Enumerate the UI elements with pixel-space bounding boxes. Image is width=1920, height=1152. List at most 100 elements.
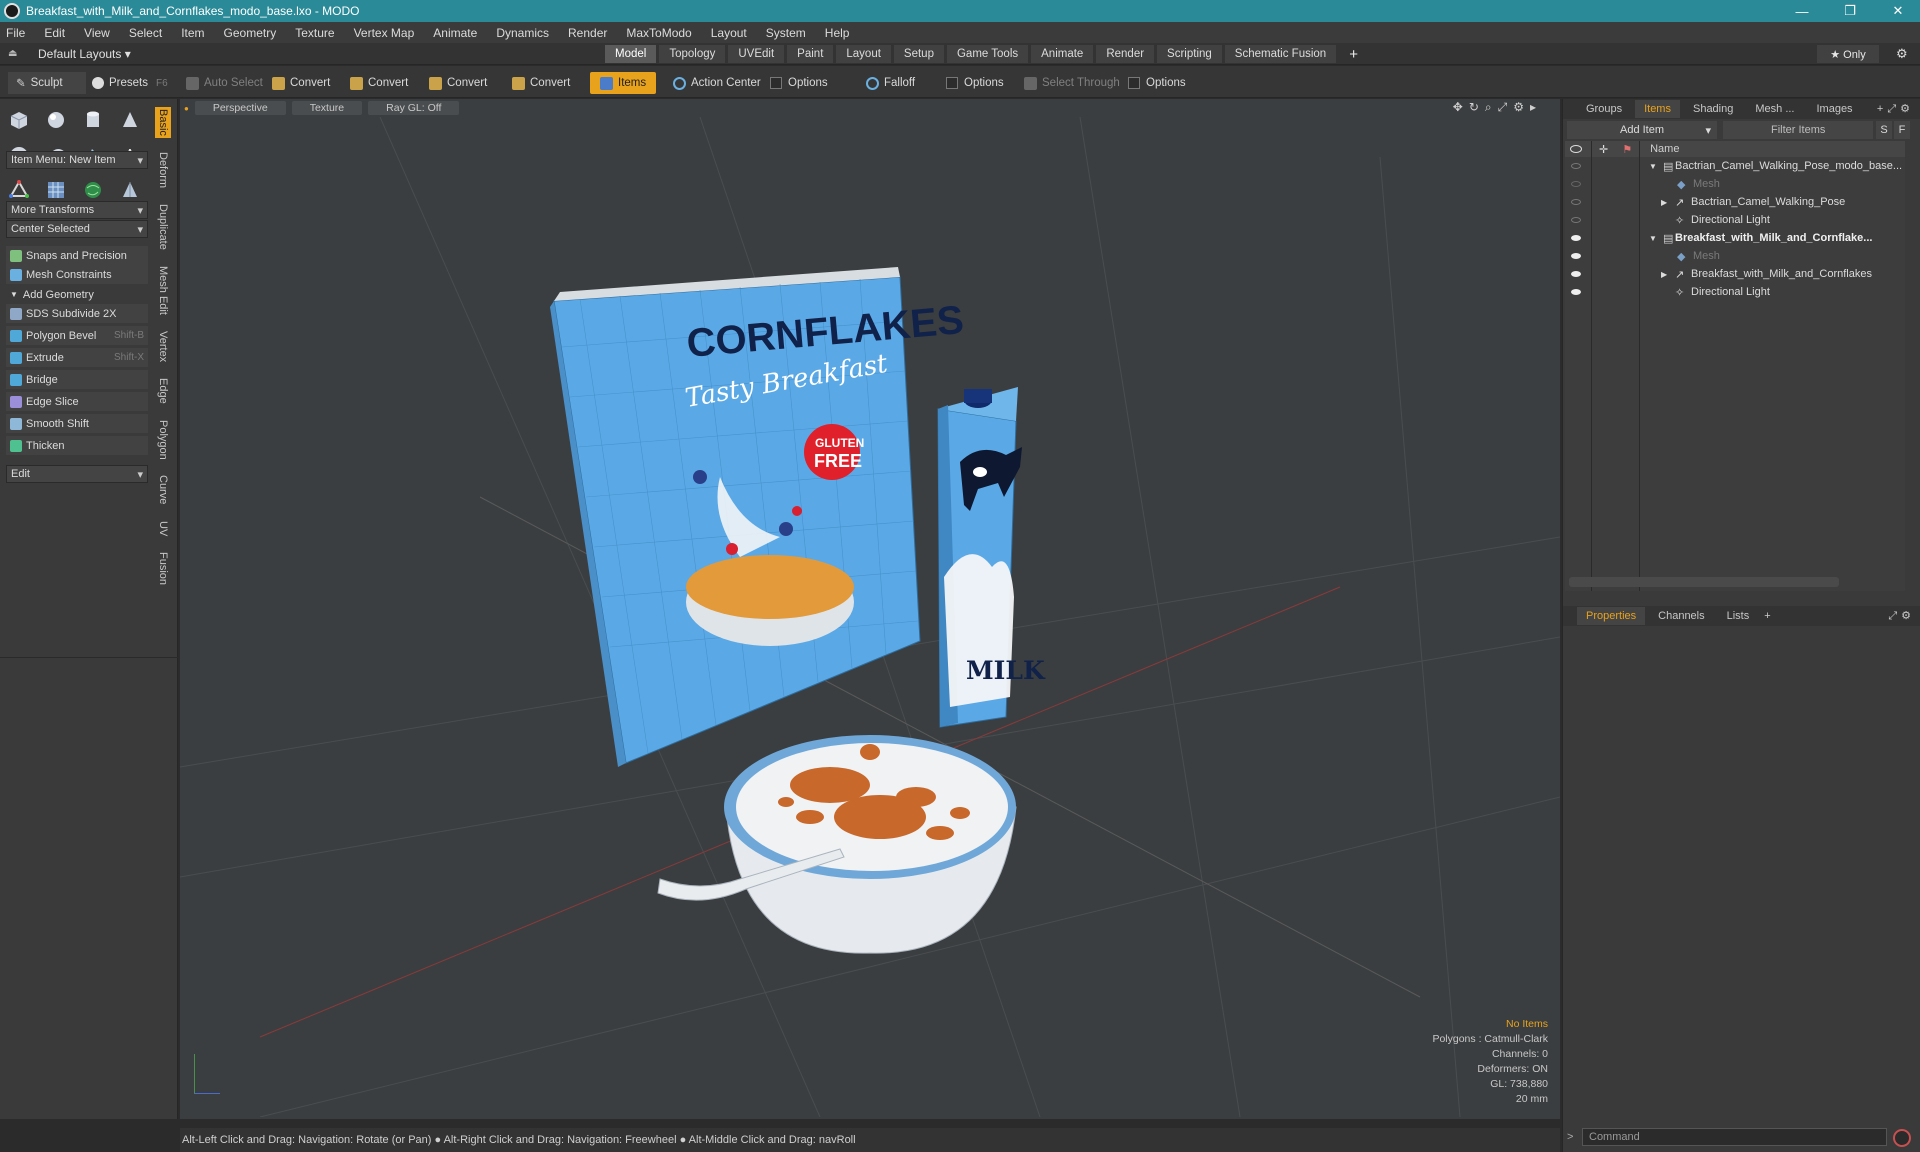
s-toggle-button[interactable]: S [1876, 121, 1892, 139]
options-checkbox[interactable] [946, 77, 958, 89]
tab-properties[interactable]: Properties [1577, 607, 1646, 625]
add-item-dropdown[interactable]: Add Item ▾ [1567, 121, 1717, 139]
tab-channels[interactable]: Channels [1649, 607, 1713, 625]
tab-uvedit[interactable]: UVEdit [728, 45, 785, 63]
select-through-button[interactable]: Select Through [1024, 72, 1120, 94]
menu-edit[interactable]: Edit [44, 26, 65, 40]
add-tab-button[interactable]: + [1339, 45, 1368, 63]
tab-layout[interactable]: Layout [836, 45, 891, 63]
f-toggle-button[interactable]: F [1894, 121, 1910, 139]
command-input[interactable]: Command [1582, 1128, 1887, 1146]
auto-select-button[interactable]: Auto Select [186, 72, 263, 94]
tree-row-breakfast-scene[interactable]: ▼ ▤ Breakfast_with_Milk_and_Cornflake... [1565, 229, 1905, 247]
convert-material-button[interactable]: Convert [512, 72, 570, 94]
tab-shading[interactable]: Shading [1684, 100, 1742, 118]
tab-items[interactable]: Items [1635, 100, 1680, 118]
tool-smooth-shift[interactable]: Smooth Shift [6, 414, 148, 433]
tool-bridge[interactable]: Bridge [6, 370, 148, 389]
menu-view[interactable]: View [84, 26, 110, 40]
tree-row-breakfast-mesh[interactable]: ▶ ↗ Breakfast_with_Milk_and_Cornflakes [1565, 265, 1905, 283]
visibility-eye-icon[interactable] [1571, 217, 1581, 223]
convert-polygon-button[interactable]: Convert [429, 72, 487, 94]
visibility-eye-icon[interactable] [1571, 271, 1581, 277]
sculpt-button[interactable]: ✎ Sculpt [8, 72, 86, 94]
visibility-eye-icon[interactable] [1571, 181, 1581, 187]
tab-schematic-fusion[interactable]: Schematic Fusion [1224, 45, 1337, 63]
menu-item[interactable]: Item [181, 26, 204, 40]
options-checkbox[interactable] [770, 77, 782, 89]
cube-icon[interactable] [4, 105, 34, 135]
tree-row-light-2[interactable]: ✧ Directional Light [1565, 283, 1905, 301]
minimize-button[interactable]: — [1780, 0, 1824, 22]
action-center-options[interactable]: Options [770, 72, 828, 94]
tab-lists[interactable]: Lists [1718, 607, 1759, 625]
falloff-options[interactable]: Options [946, 72, 1004, 94]
viewport-options-icon[interactable]: ● [184, 104, 189, 113]
restore-button[interactable]: ❐ [1828, 0, 1872, 22]
tool-extrude[interactable]: Extrude Shift-X [6, 348, 148, 367]
vtab-edge[interactable]: Edge [155, 376, 171, 406]
tab-groups[interactable]: Groups [1577, 100, 1631, 118]
tree-row-light-1[interactable]: ✧ Directional Light [1565, 211, 1905, 229]
convert-vertex-button[interactable]: Convert [272, 72, 330, 94]
tab-scripting[interactable]: Scripting [1157, 45, 1222, 63]
only-button[interactable]: ★ Only [1817, 45, 1879, 63]
visibility-eye-icon[interactable] [1571, 163, 1581, 169]
vtab-uv[interactable]: UV [155, 519, 171, 538]
menu-render[interactable]: Render [568, 26, 607, 40]
menu-geometry[interactable]: Geometry [224, 26, 277, 40]
more-transforms-dropdown[interactable]: More Transforms [6, 201, 148, 219]
vtab-vertex[interactable]: Vertex [155, 329, 171, 364]
menu-vertex-map[interactable]: Vertex Map [354, 26, 415, 40]
tree-row-camel-pose[interactable]: ▶ ↗ Bactrian_Camel_Walking_Pose [1565, 193, 1905, 211]
edit-dropdown[interactable]: Edit [6, 465, 148, 483]
menu-system[interactable]: System [766, 26, 806, 40]
add-tab-icon[interactable]: + [1764, 610, 1770, 622]
menu-file[interactable]: File [6, 26, 25, 40]
snaps-precision-button[interactable]: Snaps and Precision [6, 246, 148, 265]
items-mode-button[interactable]: Items [590, 72, 657, 94]
menu-animate[interactable]: Animate [433, 26, 477, 40]
3d-viewport[interactable]: ● Perspective Texture Ray GL: Off ✥↻⌕⤢⚙▸ [180, 99, 1560, 1119]
close-button[interactable]: ✕ [1876, 0, 1920, 22]
view-texture-button[interactable]: Texture [291, 101, 363, 115]
sphere-icon[interactable] [41, 105, 71, 135]
tab-mesh[interactable]: Mesh ... [1746, 100, 1803, 118]
view-perspective-button[interactable]: Perspective [194, 101, 286, 115]
tab-paint[interactable]: Paint [787, 45, 834, 63]
tool-edge-slice[interactable]: Edge Slice [6, 392, 148, 411]
tab-game-tools[interactable]: Game Tools [946, 45, 1029, 63]
vtab-curve[interactable]: Curve [155, 473, 171, 506]
menu-maxtomodo[interactable]: MaxToModo [626, 26, 691, 40]
tree-row-camel-scene[interactable]: ▼ ▤ Bactrian_Camel_Walking_Pose_modo_bas… [1565, 157, 1905, 175]
vtab-basic[interactable]: Basic [155, 107, 171, 138]
expand-arrow-icon[interactable]: ▼ [1649, 162, 1657, 171]
collapse-icon[interactable]: ⏏ [8, 48, 17, 59]
falloff-button[interactable]: Falloff [866, 72, 915, 94]
pin-column-icon[interactable]: ⚑ [1622, 143, 1632, 156]
menu-select[interactable]: Select [129, 26, 162, 40]
panel-expand-icons[interactable]: +⤢⚙ [1877, 102, 1914, 116]
tab-images[interactable]: Images [1807, 100, 1861, 118]
menu-dynamics[interactable]: Dynamics [496, 26, 549, 40]
tool-polygon-bevel[interactable]: Polygon Bevel Shift-B [6, 326, 148, 345]
select-through-options[interactable]: Options [1128, 72, 1186, 94]
horizontal-scrollbar[interactable] [1569, 577, 1839, 587]
expand-arrow-icon[interactable]: ▶ [1661, 270, 1667, 279]
menu-help[interactable]: Help [825, 26, 850, 40]
presets-button[interactable]: Presets F6 [92, 72, 172, 94]
panel-expand-icons[interactable]: ⤢⚙ [1888, 609, 1915, 623]
tool-sds-subdivide[interactable]: SDS Subdivide 2X [6, 304, 148, 323]
menu-layout[interactable]: Layout [711, 26, 747, 40]
tab-render[interactable]: Render [1096, 45, 1155, 63]
options-checkbox[interactable] [1128, 77, 1140, 89]
vtab-deform[interactable]: Deform [155, 150, 171, 190]
vtab-duplicate[interactable]: Duplicate [155, 202, 171, 252]
add-geometry-header[interactable]: ▼ Add Geometry [6, 285, 148, 304]
expand-arrow-icon[interactable]: ▶ [1661, 198, 1667, 207]
tree-row-mesh-2[interactable]: ◆ Mesh [1565, 247, 1905, 265]
visibility-eye-icon[interactable] [1571, 199, 1581, 205]
action-center-button[interactable]: Action Center [673, 72, 761, 94]
vtab-fusion[interactable]: Fusion [155, 550, 171, 587]
record-icon[interactable] [1893, 1129, 1911, 1147]
